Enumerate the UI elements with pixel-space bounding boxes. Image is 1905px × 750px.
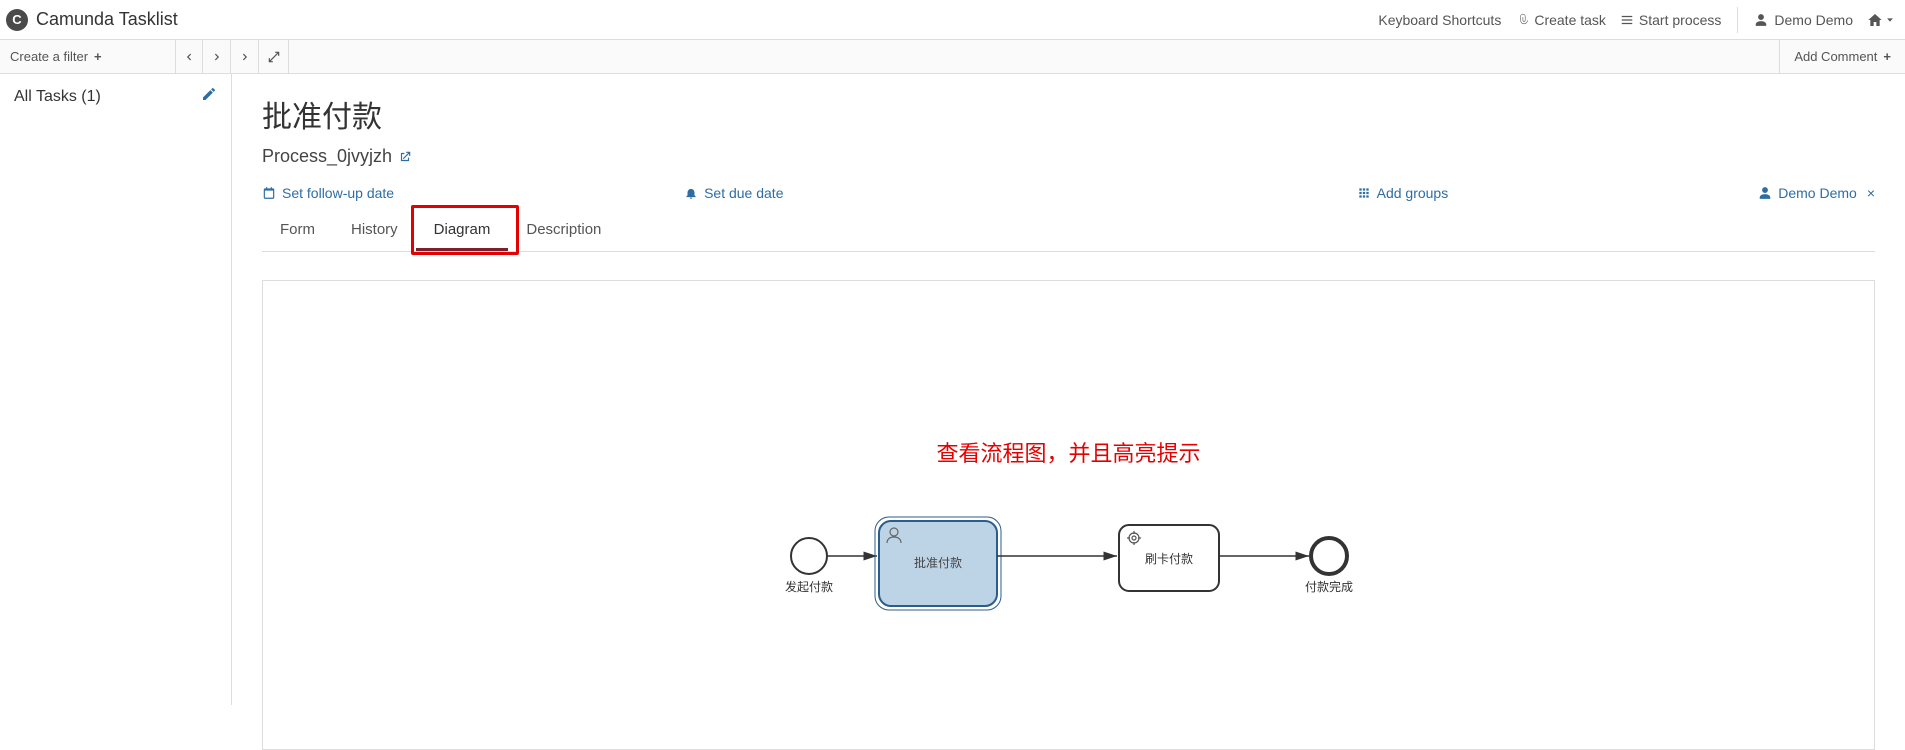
brand-logo-icon: C [6,9,28,31]
next-task-button[interactable] [203,40,231,73]
topbar: C Camunda Tasklist Keyboard Shortcuts Cr… [0,0,1905,40]
task-title: 批准付款 [262,92,1875,136]
plus-icon: + [1883,49,1891,64]
bpmn-end-event [1311,538,1347,574]
action-row: Set follow-up date Set due date Add grou… [262,185,1875,201]
add-comment-label: Add Comment [1794,49,1877,64]
body: All Tasks (1) 批准付款 Process_0jvyjzh Set f… [0,74,1905,705]
process-definition-link[interactable]: Process_0jvyjzh [262,146,1875,167]
bpmn-start-label: 发起付款 [784,579,832,594]
user-icon [1754,13,1768,27]
user-name: Demo Demo [1774,12,1853,28]
sidebar-item-label: All Tasks (1) [14,88,101,106]
user-menu[interactable]: Demo Demo [1754,12,1853,28]
tab-history[interactable]: History [333,211,416,251]
start-process-label: Start process [1639,12,1721,28]
bpmn-start-event [791,538,827,574]
edit-filter-button[interactable] [201,86,217,107]
app-title: Camunda Tasklist [36,9,178,30]
assignee-chip[interactable]: Demo Demo × [1758,185,1875,201]
home-menu[interactable] [1867,12,1895,28]
tab-diagram[interactable]: Diagram [416,211,509,251]
bpmn-user-task-label: 批准付款 [913,555,961,570]
external-link-icon [398,150,412,164]
chevron-left-icon [184,50,194,64]
plus-icon: + [94,49,102,64]
fullscreen-button[interactable] [259,40,289,73]
home-icon [1867,12,1883,28]
create-task-link[interactable]: Create task [1515,12,1606,28]
main: 批准付款 Process_0jvyjzh Set follow-up date … [232,74,1905,705]
collapse-list-button[interactable] [231,40,259,73]
set-followup-label: Set follow-up date [282,185,394,201]
caret-down-icon [1885,15,1895,25]
chevron-right-icon [240,50,250,64]
nav-chevrons [175,40,289,73]
annotation-text: 查看流程图，并且高亮提示 [936,436,1200,468]
paperclip-icon [1515,13,1529,27]
start-process-link[interactable]: Start process [1620,12,1721,28]
bpmn-end-label: 付款完成 [1304,579,1352,594]
assignee-name: Demo Demo [1778,185,1857,201]
tabs: Form History Diagram Description [262,211,1875,252]
tab-description[interactable]: Description [508,211,619,251]
tab-form[interactable]: Form [262,211,333,251]
add-groups-button[interactable]: Add groups [1357,185,1449,201]
create-task-label: Create task [1534,12,1606,28]
bpmn-diagram: 发起付款 批准付款 [769,511,1369,631]
sidebar: All Tasks (1) [0,74,232,705]
user-icon [1758,186,1772,200]
chevron-right-icon [212,50,222,64]
grid-icon [1357,186,1371,200]
keyboard-shortcuts-link[interactable]: Keyboard Shortcuts [1378,12,1501,28]
secondbar: Create a filter + Add Comment + [0,40,1905,74]
add-groups-label: Add groups [1377,185,1449,201]
prev-task-button[interactable] [175,40,203,73]
unassign-button[interactable]: × [1867,185,1875,201]
divider [1737,7,1738,33]
create-filter-button[interactable]: Create a filter + [0,40,175,73]
set-followup-button[interactable]: Set follow-up date [262,185,394,201]
bpmn-service-task-label: 刷卡付款 [1144,552,1192,566]
brand: C Camunda Tasklist [6,9,178,31]
create-filter-label: Create a filter [10,49,88,64]
expand-icon [267,50,281,64]
process-name: Process_0jvyjzh [262,146,392,167]
set-due-button[interactable]: Set due date [684,185,783,201]
list-icon [1620,13,1634,27]
set-due-label: Set due date [704,185,783,201]
bell-icon [684,186,698,200]
diagram-canvas[interactable]: 查看流程图，并且高亮提示 发起付款 [262,280,1875,750]
sidebar-item-all-tasks[interactable]: All Tasks (1) [0,74,231,119]
pencil-icon [201,86,217,102]
add-comment-button[interactable]: Add Comment + [1779,40,1905,73]
calendar-icon [262,186,276,200]
topbar-right: Keyboard Shortcuts Create task Start pro… [1378,7,1895,33]
